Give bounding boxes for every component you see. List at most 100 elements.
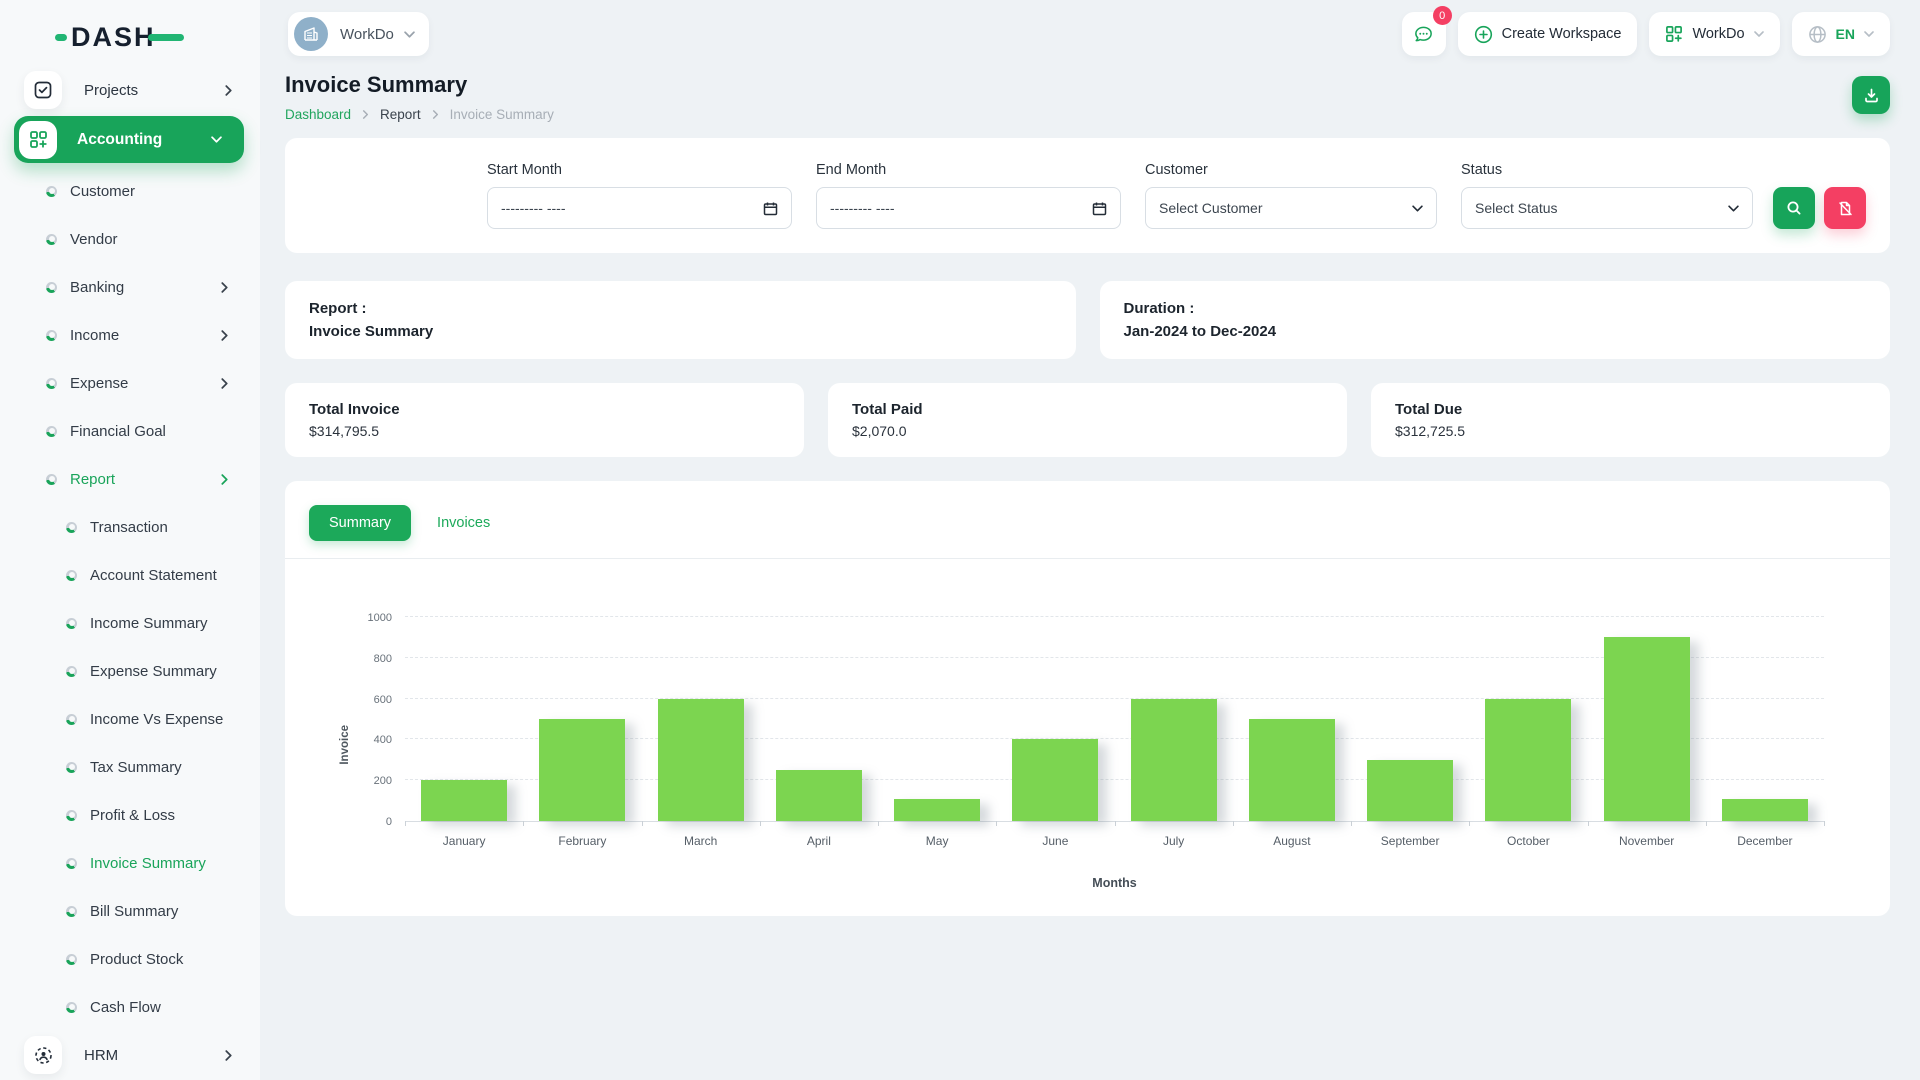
sidebar-item-account-statement[interactable]: Account Statement (0, 551, 260, 599)
x-axis-tick (523, 821, 524, 826)
breadcrumb-dashboard[interactable]: Dashboard (285, 107, 351, 122)
start-month-input[interactable]: --------- ---- (487, 187, 792, 229)
sidebar-item-financial-goal[interactable]: Financial Goal (0, 407, 260, 455)
x-tick-label: January (404, 834, 524, 848)
end-month-field: End Month --------- ---- (816, 162, 1121, 229)
topbar-actions: 0 Create Workspace WorkDo (1402, 12, 1890, 56)
workspace-selector[interactable]: WorkDo (288, 12, 429, 56)
apply-filter-button[interactable] (1773, 187, 1815, 229)
bar-chart-plot: 02004006008001000JanuaryFebruaryMarchApr… (405, 617, 1824, 822)
calendar-icon (1092, 201, 1107, 216)
x-tick-label: August (1232, 834, 1352, 848)
x-tick-label: February (522, 834, 642, 848)
bar-december[interactable] (1722, 799, 1808, 821)
bar-august[interactable] (1249, 719, 1335, 821)
status-select[interactable]: Select Status (1461, 187, 1753, 229)
chevron-right-icon (223, 1050, 234, 1061)
bullet-icon (46, 378, 57, 389)
bullet-icon (66, 954, 77, 965)
bar-may[interactable] (894, 799, 980, 821)
duration-card-value: Jan-2024 to Dec-2024 (1124, 323, 1867, 340)
sidebar-item-hrm[interactable]: HRM (0, 1031, 260, 1079)
start-month-label: Start Month (487, 162, 792, 178)
sidebar-item-banking[interactable]: Banking (0, 263, 260, 311)
x-axis-title: Months (405, 876, 1824, 890)
tab-invoices[interactable]: Invoices (417, 505, 510, 541)
bar-april[interactable] (776, 770, 862, 821)
bullet-icon (66, 1002, 77, 1013)
sidebar-item-income[interactable]: Income (0, 311, 260, 359)
logo-text: DASH (71, 22, 156, 53)
breadcrumb-report[interactable]: Report (380, 107, 421, 122)
sidebar-item-income-vs-expense[interactable]: Income Vs Expense (0, 695, 260, 743)
workdo-menu-button[interactable]: WorkDo (1649, 12, 1779, 56)
x-tick-label: June (995, 834, 1115, 848)
bullet-icon (46, 234, 57, 245)
customer-select[interactable]: Select Customer (1145, 187, 1437, 229)
language-label: EN (1836, 26, 1855, 42)
y-tick-label: 800 (374, 653, 392, 665)
x-axis-tick (405, 821, 406, 826)
customer-label: Customer (1145, 162, 1437, 178)
workdo-menu-label: WorkDo (1692, 26, 1744, 42)
sidebar-item-transaction[interactable]: Transaction (0, 503, 260, 551)
total-invoice-card: Total Invoice $314,795.5 (285, 383, 804, 457)
bar-september[interactable] (1367, 760, 1453, 821)
download-report-button[interactable] (1852, 76, 1890, 114)
sidebar-item-report[interactable]: Report (0, 455, 260, 503)
sidebar-item-profit-loss[interactable]: Profit & Loss (0, 791, 260, 839)
plus-circle-icon (1474, 25, 1493, 44)
sidebar-item-tax-summary[interactable]: Tax Summary (0, 743, 260, 791)
messages-count-badge: 0 (1433, 6, 1452, 25)
bar-november[interactable] (1604, 637, 1690, 821)
bullet-icon (66, 858, 77, 869)
bullet-icon (66, 810, 77, 821)
sidebar-item-cash-flow[interactable]: Cash Flow (0, 983, 260, 1031)
bar-july[interactable] (1131, 699, 1217, 821)
chevron-down-icon (1728, 203, 1739, 214)
sidebar-item-invoice-summary[interactable]: Invoice Summary (0, 839, 260, 887)
total-due-card: Total Due $312,725.5 (1371, 383, 1890, 457)
bullet-icon (66, 906, 77, 917)
x-axis-tick (1706, 821, 1707, 826)
sidebar-item-label: Projects (84, 82, 223, 99)
bar-february[interactable] (539, 719, 625, 821)
report-card-value: Invoice Summary (309, 323, 1052, 340)
bar-october[interactable] (1485, 699, 1571, 821)
sidebar-item-label: Accounting (77, 131, 211, 149)
end-month-input[interactable]: --------- ---- (816, 187, 1121, 229)
bar-january[interactable] (421, 780, 507, 821)
x-tick-label: December (1705, 834, 1825, 848)
create-workspace-button[interactable]: Create Workspace (1458, 12, 1638, 56)
sidebar-item-projects[interactable]: Projects (0, 66, 260, 114)
bar-june[interactable] (1012, 739, 1098, 821)
bullet-icon (66, 666, 77, 677)
filter-buttons (1773, 187, 1866, 229)
y-tick-label: 600 (374, 694, 392, 706)
x-tick-label: May (877, 834, 997, 848)
tab-summary[interactable]: Summary (309, 505, 411, 541)
bar-march[interactable] (658, 699, 744, 821)
report-card-label: Report : (309, 300, 1052, 317)
sidebar-item-customer[interactable]: Customer (0, 167, 260, 215)
x-axis-tick (1351, 821, 1352, 826)
x-axis-tick (642, 821, 643, 826)
bullet-icon (66, 522, 77, 533)
sidebar-item-expense-summary[interactable]: Expense Summary (0, 647, 260, 695)
sidebar-item-bill-summary[interactable]: Bill Summary (0, 887, 260, 935)
sidebar-item-expense[interactable]: Expense (0, 359, 260, 407)
reset-filter-button[interactable] (1824, 187, 1866, 229)
x-axis-tick (878, 821, 879, 826)
chevron-down-icon (1412, 203, 1423, 214)
sidebar-item-vendor[interactable]: Vendor (0, 215, 260, 263)
x-tick-label: October (1468, 834, 1588, 848)
bullet-icon (66, 714, 77, 725)
messages-button[interactable]: 0 (1402, 12, 1446, 56)
app-logo[interactable]: DASH (0, 14, 260, 60)
sidebar-item-income-summary[interactable]: Income Summary (0, 599, 260, 647)
sidebar-item-accounting[interactable]: Accounting (14, 116, 244, 163)
sidebar-item-product-stock[interactable]: Product Stock (0, 935, 260, 983)
y-tick-label: 200 (374, 775, 392, 787)
checkbox-icon (24, 71, 62, 109)
language-selector[interactable]: EN (1792, 12, 1890, 56)
